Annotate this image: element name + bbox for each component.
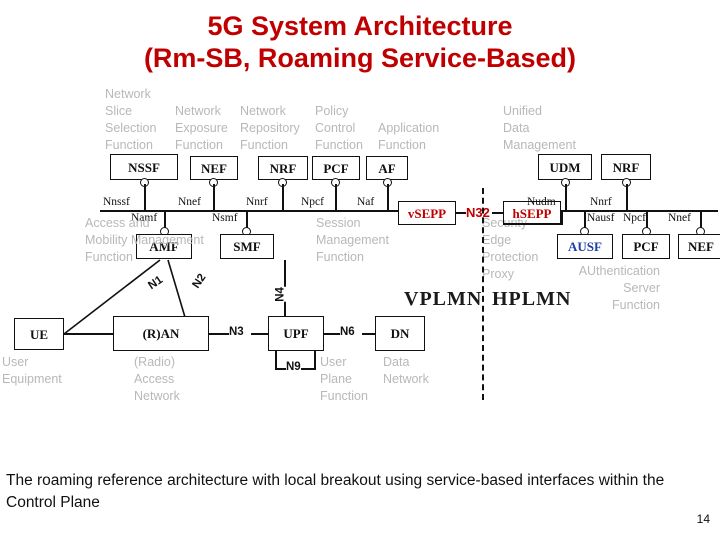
caption-smf: Session Management Function (316, 216, 389, 264)
n9-loop-left (275, 351, 277, 369)
slide-title: 5G System Architecture (Rm-SB, Roaming S… (0, 10, 720, 74)
nf-box-dn[interactable]: DN (375, 316, 425, 351)
caption-pcf: Policy Control Function (315, 104, 363, 152)
slide-canvas: 5G System Architecture (Rm-SB, Roaming S… (0, 0, 720, 540)
caption-ue: User Equipment (2, 355, 62, 386)
nf-box-af[interactable]: AF (366, 156, 408, 180)
nf-box-ausf[interactable]: AUSF (557, 234, 613, 259)
bus-stem-hplmn-pcf (646, 210, 648, 228)
hplmn-bus-left-end (561, 210, 563, 224)
label-hplmn: HPLMN (492, 288, 572, 310)
bus-stem-udm (565, 184, 567, 211)
nf-box-ran[interactable]: (R)AN (113, 316, 209, 351)
bus-stem-smf (246, 210, 248, 228)
interface-label-nnssf: Nnssf (103, 196, 130, 208)
slide-title-line1: 5G System Architecture (207, 11, 513, 41)
reference-point-n1: N1 (146, 273, 166, 293)
n9-loop-right (314, 351, 316, 369)
interface-label-nudm: Nudm (527, 196, 556, 208)
slide-title-line2: (Rm-SB, Roaming Service-Based) (143, 43, 577, 73)
reference-point-n6: N6 (340, 326, 355, 339)
nf-box-nef[interactable]: NEF (190, 156, 238, 180)
interface-label-hplmn-nnef: Nnef (668, 212, 691, 224)
reference-point-n3: N3 (229, 326, 244, 339)
bus-stem-hplmn-nef (700, 210, 702, 228)
nf-box-hplmn-nrf[interactable]: NRF (601, 154, 651, 180)
bus-stem-nef (213, 184, 215, 211)
reference-point-n9: N9 (286, 361, 301, 374)
caption-dn: Data Network (383, 355, 429, 386)
bus-stem-pcf (335, 184, 337, 211)
caption-af: Application Function (378, 121, 440, 152)
caption-nssf: Network Slice Selection Function (105, 87, 157, 152)
caption-udm: Unified Data Management (503, 104, 576, 152)
caption-nrf: Network Repository Function (240, 104, 300, 152)
caption-amf: Access and Mobility Management Function (85, 216, 204, 264)
caption-ran: (Radio) Access Network (134, 355, 180, 403)
link-upf-dn-right (362, 333, 376, 335)
link-upf-dn-left (324, 333, 340, 335)
link-ran-upf-right (251, 333, 269, 335)
interface-label-naf: Naf (357, 196, 375, 208)
interface-label-nausf: Nausf (587, 212, 615, 224)
bus-stem-ausf (584, 210, 586, 228)
link-ran-upf-left (209, 333, 229, 335)
bus-stem-nssf (144, 184, 146, 211)
interface-label-nnrf: Nnrf (246, 196, 268, 208)
nf-box-ue[interactable]: UE (14, 318, 64, 350)
nf-box-udm[interactable]: UDM (538, 154, 592, 180)
bus-stem-af (387, 184, 389, 211)
nf-box-nrf[interactable]: NRF (258, 156, 308, 180)
bus-stem-nrf (282, 184, 284, 211)
nf-box-hplmn-pcf[interactable]: PCF (622, 234, 670, 259)
caption-nef: Network Exposure Function (175, 104, 228, 152)
reference-point-n2: N2 (190, 271, 209, 291)
caption-upf: User Plane Function (320, 355, 368, 403)
interface-label-nnef: Nnef (178, 196, 201, 208)
link-ue-ran (64, 333, 114, 335)
interface-label-hplmn-nnrf: Nnrf (590, 196, 612, 208)
nf-box-pcf[interactable]: PCF (312, 156, 360, 180)
slide-page-number: 14 (696, 512, 710, 526)
label-vplmn: VPLMN (404, 288, 483, 310)
reference-point-n4: N4 (274, 287, 287, 302)
nf-box-hplmn-nef[interactable]: NEF (678, 234, 720, 259)
architecture-diagram: Network Slice Selection Function Network… (0, 84, 720, 434)
nf-box-nssf[interactable]: NSSF (110, 154, 178, 180)
interface-label-hplmn-npcf: Npcf (623, 212, 646, 224)
slide-footer-caption: The roaming reference architecture with … (6, 472, 665, 511)
interface-label-npcf: Npcf (301, 196, 324, 208)
nf-box-vsepp[interactable]: vSEPP (398, 201, 456, 225)
hsepp-to-hplmn-bus (503, 223, 563, 225)
nf-box-upf[interactable]: UPF (268, 316, 324, 351)
bus-stem-hplmn-nrf (626, 184, 628, 211)
